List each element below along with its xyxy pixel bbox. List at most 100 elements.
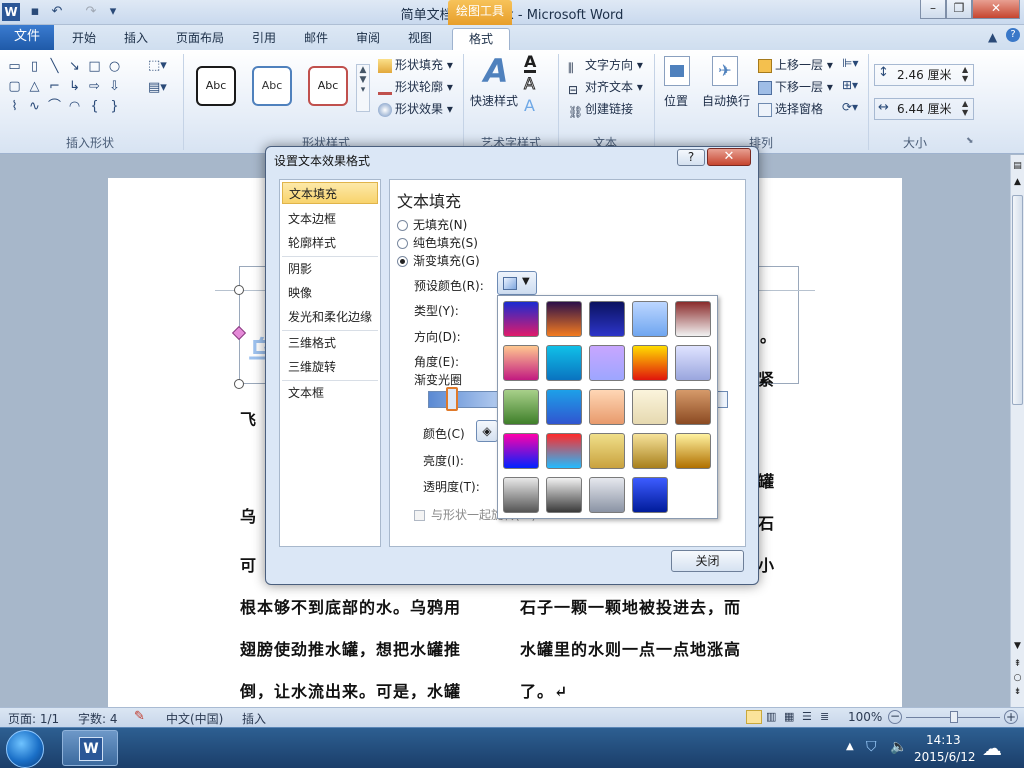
position-button[interactable]: 位置 [664,92,688,110]
edit-shape-icon[interactable]: ⬚▾ [148,58,167,73]
preset-colors-dropdown[interactable]: ▼ [497,271,537,295]
word-count[interactable]: 字数: 4 [78,710,118,727]
category-shadow[interactable]: 阴影 [282,258,378,280]
align-icon[interactable]: ⊫▾ [842,56,858,70]
gradient-preset-swatch[interactable] [589,433,625,469]
down-arrow-shape-icon[interactable]: ⇩ [106,78,123,95]
clock-date[interactable]: 2015/6/12 [914,750,976,764]
size-dialog-launcher[interactable]: ⬊ [966,136,974,146]
gradient-preset-swatch[interactable] [589,389,625,425]
gradient-preset-swatch[interactable] [589,345,625,381]
category-text-fill[interactable]: 文本填充 [282,182,378,204]
tab-format[interactable]: 格式 [452,28,510,50]
scroll-up-arrow[interactable]: ▲ [1012,177,1023,187]
elbow-arrow-icon[interactable]: ↳ [66,78,83,95]
zoom-in-icon[interactable]: + [1004,710,1018,724]
quick-styles-icon[interactable]: A [476,54,516,88]
text-outline-icon[interactable]: A [524,75,536,92]
clock-time[interactable]: 14:13 [926,733,961,747]
prev-page-icon[interactable]: ⇞ [1012,659,1023,669]
show-hidden-icons[interactable]: ▲ [846,741,854,752]
arc-shape-icon[interactable]: ◠ [66,98,83,115]
proofing-icon[interactable]: ✎ [134,709,145,724]
page-count[interactable]: 页面: 1/1 [8,710,59,727]
brace-left-shape-icon[interactable]: { [86,98,103,115]
gradient-preset-swatch[interactable] [675,433,711,469]
shape-height-input[interactable]: 2.46 厘米 [874,64,974,86]
text-fill-icon[interactable]: A [524,54,537,73]
draw-textbox-icon[interactable]: ▤▾ [148,80,167,95]
no-fill-radio[interactable] [397,220,408,231]
freeform-shape-icon[interactable]: ⌇ [6,98,23,115]
text-direction-button[interactable]: ⫼ 文字方向 ▾ [568,56,643,75]
paint-bucket-icon[interactable]: ◈ [476,420,498,442]
tab-view[interactable]: 视图 [400,28,440,50]
gradient-preset-swatch[interactable] [503,301,539,337]
gradient-preset-swatch[interactable] [503,433,539,469]
gradient-preset-swatch[interactable] [503,345,539,381]
no-fill-option[interactable]: 无填充(N) [397,216,467,233]
gradient-fill-radio[interactable] [397,256,408,267]
shape-style-black[interactable]: Abc [196,66,236,106]
rotate-with-shape-checkbox[interactable] [414,510,425,521]
tab-home[interactable]: 开始 [64,28,104,50]
triangle-shape-icon[interactable]: △ [26,78,43,95]
category-3d-rotation[interactable]: 三维旋转 [282,356,378,378]
gradient-preset-swatch[interactable] [675,301,711,337]
full-screen-view-icon[interactable]: ▥ [766,710,776,723]
align-text-button[interactable]: ⊟ 对齐文本 ▾ [568,78,643,97]
language-indicator[interactable]: 中文(中国) [166,710,223,727]
quick-styles-button[interactable]: 快速样式 [470,92,518,110]
gradient-preset-swatch[interactable] [675,389,711,425]
gradient-preset-swatch[interactable] [546,433,582,469]
scroll-down-arrow[interactable]: ▼ [1012,641,1023,651]
rotate-icon[interactable]: ⟳▾ [842,100,858,114]
insert-mode[interactable]: 插入 [242,710,266,727]
shape-fill-button[interactable]: 形状填充 ▾ [378,56,453,74]
gradient-preset-swatch[interactable] [632,345,668,381]
category-glow-soft-edges[interactable]: 发光和柔化边缘 [282,306,378,328]
solid-fill-radio[interactable] [397,238,408,249]
volume-icon[interactable]: 🔈 [890,739,907,755]
category-text-outline[interactable]: 文本边框 [282,208,378,230]
shape-effects-button[interactable]: 形状效果 ▾ [378,100,453,118]
vertical-textbox-shape-icon[interactable]: ▯ [26,58,43,75]
dialog-help-button[interactable]: ? [677,149,705,166]
scribble-shape-icon[interactable]: ∿ [26,98,43,115]
tab-review[interactable]: 审阅 [348,28,388,50]
shape-outline-button[interactable]: 形状轮廓 ▾ [378,78,453,96]
elbow-connector-icon[interactable]: ⌐ [46,78,63,95]
text-effects-icon[interactable]: A [524,98,535,114]
category-3d-format[interactable]: 三维格式 [282,332,378,354]
tab-mailings[interactable]: 邮件 [296,28,336,50]
gradient-preset-swatch[interactable] [503,389,539,425]
vertical-scrollbar[interactable]: ▤ ▲ ▼ ⇞ ○ ⇟ [1010,155,1024,707]
gradient-stop-handle[interactable] [446,387,458,411]
start-button[interactable] [6,730,44,768]
group-objects-icon[interactable]: ⊞▾ [842,78,858,92]
rounded-rect-shape-icon[interactable]: ▢ [6,78,23,95]
arrow-shape-icon[interactable]: ↘ [66,58,83,75]
resize-handle[interactable] [234,379,244,389]
resize-handle[interactable] [234,285,244,295]
web-layout-view-icon[interactable]: ▦ [784,710,794,723]
gradient-preset-swatch[interactable] [589,301,625,337]
help-icon[interactable]: ? [1006,28,1020,42]
gradient-preset-swatch[interactable] [546,345,582,381]
dialog-close-icon[interactable]: ✕ [707,148,751,166]
restore-button[interactable]: ❐ [946,0,972,19]
wrap-text-button[interactable]: 自动换行 [702,92,750,110]
gradient-stops-bar[interactable] [428,391,508,408]
outline-view-icon[interactable]: ☰ [802,710,812,723]
close-button[interactable]: ✕ [972,0,1020,19]
ruler-toggle-icon[interactable]: ▤ [1012,161,1023,171]
shape-width-input[interactable]: 6.44 厘米 [874,98,974,120]
solid-fill-option[interactable]: 纯色填充(S) [397,234,478,251]
rectangle-shape-icon[interactable]: □ [86,58,103,75]
shapes-gallery[interactable]: ▭ ▯ ╲ ↘ □ ○ ▢ △ ⌐ ↳ ⇨ ⇩ ⌇ ∿ ⌒ ◠ { } [6,58,146,120]
tab-file[interactable]: 文件 [0,25,54,50]
taskbar-word-button[interactable]: W [62,730,118,766]
zoom-out-icon[interactable]: − [888,710,902,724]
minimize-button[interactable]: – [920,0,946,19]
width-spinner[interactable]: ▲ ▼ [962,99,968,117]
